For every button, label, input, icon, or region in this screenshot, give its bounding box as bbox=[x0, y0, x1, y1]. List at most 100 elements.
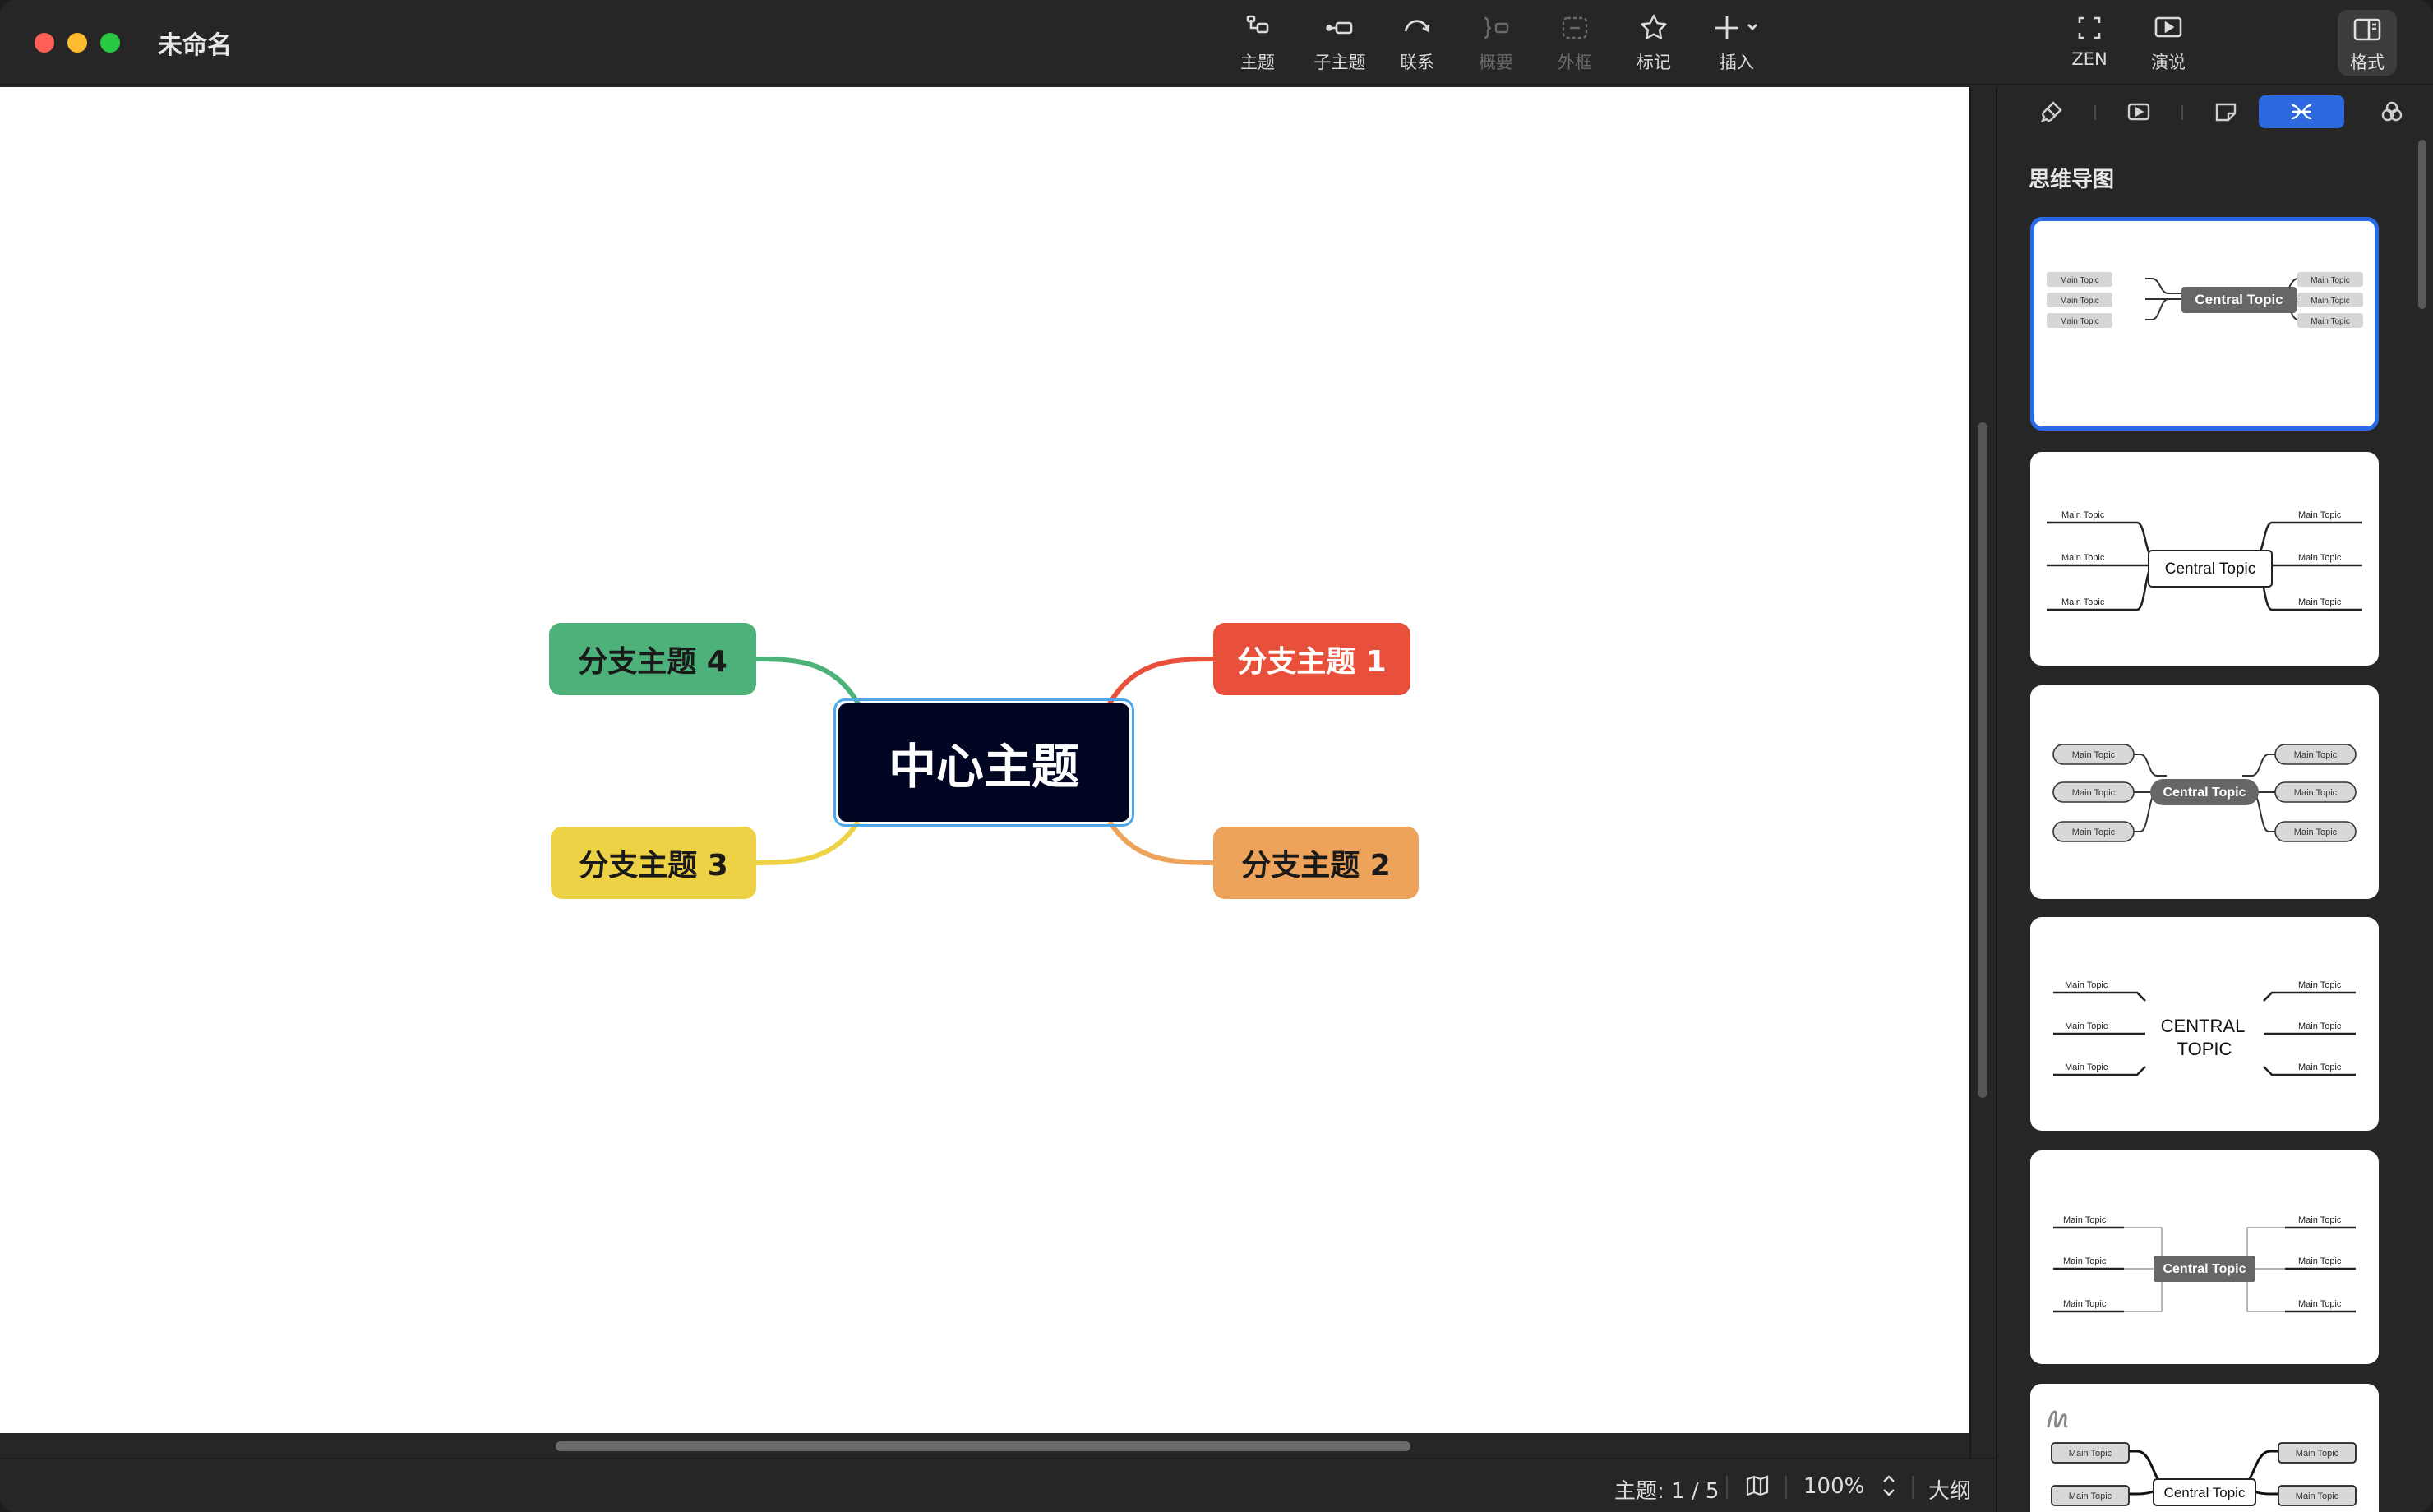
preview-main-topic: Main Topic bbox=[2072, 827, 2116, 837]
preview-main-topic: Main Topic bbox=[2311, 297, 2350, 306]
panel-scrollbar[interactable] bbox=[2418, 140, 2426, 309]
tab-style[interactable] bbox=[2009, 95, 2094, 128]
topic-button[interactable]: 主题 bbox=[1233, 12, 1282, 77]
format-panel-button[interactable]: 格式 bbox=[2338, 10, 2397, 76]
preview-main-topic: Main Topic bbox=[2296, 1449, 2339, 1459]
branch-topic-2[interactable]: 分支主题 2 bbox=[1213, 827, 1419, 899]
preview-main-topic: Main Topic bbox=[2072, 750, 2116, 760]
preview-main-topic: Main Topic bbox=[2298, 1299, 2342, 1309]
panel-tabs bbox=[1997, 87, 2433, 136]
preview-main-topic: Main Topic bbox=[2060, 317, 2099, 326]
preview-main-topic: Main Topic bbox=[2072, 788, 2116, 798]
structure-preview-6: Central Topic Main Topic Main Topic Main… bbox=[2047, 1410, 2357, 1506]
brush-icon bbox=[2040, 101, 2062, 123]
preview-main-topic: Main Topic bbox=[2065, 1063, 2108, 1072]
topic-icon bbox=[1246, 15, 1269, 34]
branch-topic-4[interactable]: 分支主题 4 bbox=[549, 623, 756, 695]
zoom-stepper[interactable] bbox=[1881, 1471, 1897, 1506]
format-panel: 思维导图 Central Topic Main Topic Main Topic… bbox=[1996, 87, 2433, 1512]
preview-main-topic: Main Topic bbox=[2061, 510, 2105, 520]
structure-preview-1: Central Topic Main Topic Main Topic Main… bbox=[2047, 272, 2363, 328]
structure-preview-5: Central Topic Main Topic Main Topic Main… bbox=[2053, 1215, 2356, 1313]
horizontal-scrollbar[interactable] bbox=[0, 1433, 1969, 1458]
preview-central-topic: Central Topic bbox=[2165, 560, 2256, 578]
app-window: 未命名 主题 子主题 联系 概要 外框 标记 插入 ZEN 演说 格式 分支主题… bbox=[0, 0, 2433, 1512]
preview-main-topic: Main Topic bbox=[2060, 276, 2099, 285]
preview-main-topic: Main Topic bbox=[2298, 553, 2342, 563]
mindmap-structure-icon bbox=[2291, 104, 2312, 120]
preview-main-topic: Main Topic bbox=[2298, 1063, 2342, 1072]
insert-button[interactable]: 插入 bbox=[1708, 12, 1766, 77]
subtopic-icon bbox=[1326, 21, 1353, 35]
subtopic-button[interactable]: 子主题 bbox=[1307, 12, 1373, 77]
present-button[interactable]: 演说 bbox=[2144, 12, 2193, 77]
preview-main-topic: Main Topic bbox=[2298, 597, 2342, 607]
preview-main-topic: Main Topic bbox=[2294, 750, 2338, 760]
horizontal-scroll-thumb[interactable] bbox=[556, 1441, 1410, 1451]
preview-main-topic: Main Topic bbox=[2063, 1215, 2107, 1225]
preview-main-topic: Main Topic bbox=[2063, 1256, 2107, 1266]
chevron-up-down-icon bbox=[1883, 1475, 1895, 1496]
structure-preview-2: Central Topic Main Topic Main Topic Main… bbox=[2047, 510, 2362, 611]
outline-view-button[interactable]: 大纲 bbox=[1928, 1474, 1971, 1505]
structure-option-3[interactable]: Central Topic Main Topic Main Topic Main… bbox=[2030, 685, 2379, 899]
preview-main-topic: Main Topic bbox=[2298, 1256, 2342, 1266]
vertical-scrollbar[interactable] bbox=[1969, 87, 1994, 1458]
hand-drawn-style-icon bbox=[2047, 1410, 2068, 1428]
vertical-scroll-thumb[interactable] bbox=[1978, 422, 1987, 1098]
summary-button[interactable]: 概要 bbox=[1471, 12, 1521, 77]
preview-central-topic: Central Topic bbox=[2164, 1485, 2246, 1500]
sticky-note-icon bbox=[2215, 103, 2237, 122]
structure-option-4[interactable]: CENTRAL TOPIC Main Topic Main Topic Main… bbox=[2030, 917, 2379, 1131]
zen-button[interactable]: ZEN bbox=[2065, 12, 2114, 77]
sidebar-panel-icon bbox=[2353, 18, 2381, 41]
preview-central-topic: Central Topic bbox=[2195, 292, 2283, 307]
preview-main-topic: Main Topic bbox=[2298, 1021, 2342, 1031]
connector-branch-2 bbox=[1107, 820, 1214, 865]
connector-branch-1 bbox=[1107, 657, 1214, 705]
structure-preview-4: CENTRAL TOPIC Main Topic Main Topic Main… bbox=[2053, 980, 2356, 1076]
preview-main-topic: Main Topic bbox=[2069, 1491, 2112, 1501]
central-topic[interactable]: 中心主题 bbox=[838, 703, 1129, 822]
plus-chevron-icon bbox=[1715, 16, 1757, 39]
star-icon bbox=[1641, 14, 1667, 39]
mindmap-canvas[interactable]: 分支主题 4 分支主题 1 分支主题 3 分支主题 2 中心主题 bbox=[0, 87, 1969, 1433]
preview-main-topic: Main Topic bbox=[2069, 1449, 2112, 1459]
relationship-button[interactable]: 联系 bbox=[1392, 12, 1442, 77]
structure-option-1[interactable]: Central Topic Main Topic Main Topic Main… bbox=[2030, 217, 2379, 431]
preview-main-topic: Main Topic bbox=[2063, 1299, 2107, 1309]
zoom-window-button[interactable] bbox=[100, 33, 120, 53]
branch-topic-1[interactable]: 分支主题 1 bbox=[1213, 623, 1410, 695]
preview-main-topic: Main Topic bbox=[2065, 980, 2108, 990]
preview-central-topic-caps: CENTRAL bbox=[2161, 1016, 2246, 1036]
close-window-button[interactable] bbox=[35, 33, 54, 53]
tab-slides[interactable] bbox=[2096, 95, 2181, 128]
preview-main-topic: Main Topic bbox=[2311, 276, 2350, 285]
preview-central-topic: Central Topic bbox=[2163, 1262, 2246, 1276]
tab-theme[interactable] bbox=[2349, 95, 2433, 128]
connector-branch-3 bbox=[755, 820, 861, 865]
boundary-icon bbox=[1562, 16, 1588, 39]
structure-option-5[interactable]: Central Topic Main Topic Main Topic Main… bbox=[2030, 1150, 2379, 1364]
marker-button[interactable]: 标记 bbox=[1629, 12, 1678, 77]
preview-main-topic: Main Topic bbox=[2298, 980, 2342, 990]
preview-central-topic: Central Topic bbox=[2163, 786, 2246, 800]
preview-main-topic: Main Topic bbox=[2065, 1021, 2108, 1031]
map-view-button[interactable] bbox=[1744, 1473, 1771, 1505]
branch-topic-3[interactable]: 分支主题 3 bbox=[551, 827, 756, 899]
tab-mindmap-structure[interactable] bbox=[2259, 95, 2344, 128]
slideshow-icon bbox=[2127, 103, 2150, 121]
preview-main-topic: Main Topic bbox=[2311, 317, 2350, 326]
structure-option-6[interactable]: Central Topic Main Topic Main Topic Main… bbox=[2030, 1384, 2379, 1512]
panel-section-title: 思维导图 bbox=[2029, 168, 2115, 192]
preview-main-topic: Main Topic bbox=[2061, 597, 2105, 607]
open-book-icon bbox=[1746, 1475, 1769, 1496]
structure-option-2[interactable]: Central Topic Main Topic Main Topic Main… bbox=[2030, 452, 2379, 666]
minimize-window-button[interactable] bbox=[67, 33, 87, 53]
preview-main-topic: Main Topic bbox=[2296, 1491, 2339, 1501]
boundary-button[interactable]: 外框 bbox=[1550, 12, 1600, 77]
tab-notes[interactable] bbox=[2183, 95, 2269, 128]
relationship-curve-icon bbox=[1404, 20, 1430, 33]
preview-main-topic: Main Topic bbox=[2298, 510, 2342, 520]
zoom-level[interactable]: 100% bbox=[1803, 1474, 1864, 1499]
